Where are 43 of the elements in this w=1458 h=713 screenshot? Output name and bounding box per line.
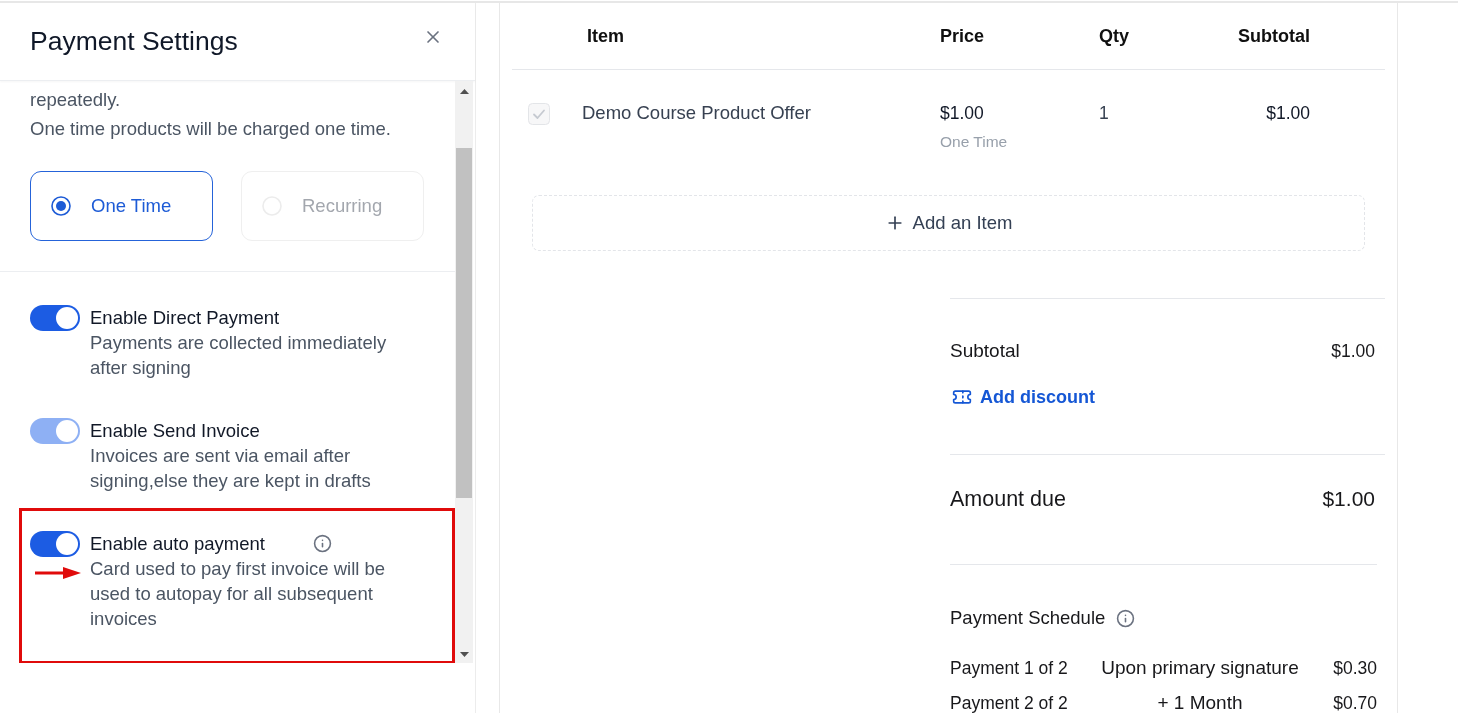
info-icon[interactable]: [1116, 608, 1136, 628]
payment-amount: $0.30: [1333, 657, 1377, 679]
item-price: $1.00: [940, 102, 985, 125]
info-icon[interactable]: [312, 534, 332, 553]
payment-label: Payment 2 of 2: [950, 692, 1068, 713]
amount-due-value: $1.00: [1322, 486, 1375, 512]
setting-title: Enable auto payment: [90, 532, 265, 556]
scroll-up-icon[interactable]: [459, 89, 469, 94]
scrollbar-thumb[interactable]: [456, 148, 472, 498]
payment-label: Payment 1 of 2: [950, 657, 1068, 679]
toggle-switch[interactable]: [30, 305, 80, 331]
amount-due-label: Amount due: [950, 486, 1066, 513]
payment-amount: $0.70: [1333, 692, 1377, 713]
setting-description: Payments are collected immediately after signing: [90, 331, 388, 380]
intro-text: repeatedly.: [30, 88, 122, 112]
add-discount-link[interactable]: Add discount: [950, 385, 1095, 409]
item-quantity: 1: [1099, 102, 1109, 125]
ticket-icon: [950, 387, 974, 407]
schedule-title: Payment Schedule: [950, 606, 1106, 630]
setting-title: Enable Send Invoice: [90, 419, 260, 443]
payment-timing: Upon primary signature: [1101, 657, 1299, 679]
billing-type: One Time: [940, 132, 1009, 153]
column-header: Item: [587, 25, 624, 47]
radio-option[interactable]: One Time: [30, 171, 213, 241]
setting-title: Enable Direct Payment: [90, 306, 280, 330]
column-header: Price: [940, 25, 985, 47]
item-subtotal: $1.00: [1266, 102, 1310, 125]
panel-title: Payment Settings: [30, 26, 238, 57]
column-header: Qty: [1099, 25, 1129, 47]
item-name: Demo Course Product Offer: [582, 102, 811, 125]
subtotal-value: $1.00: [1331, 340, 1375, 363]
toggle-switch[interactable]: [30, 531, 80, 557]
intro-text: One time products will be charged one time.: [30, 117, 392, 141]
subtotal-label: Subtotal: [950, 339, 1020, 363]
scroll-down-icon[interactable]: [459, 652, 469, 657]
scrollbar[interactable]: [455, 81, 473, 663]
column-header: Subtotal: [1238, 25, 1310, 47]
radio-icon: [51, 196, 71, 216]
add-item-button[interactable]: Add an Item: [532, 195, 1365, 251]
arrow-icon: [35, 567, 81, 579]
setting-description: Card used to pay first invoice will be used to autopay for all subsequent invoices: [90, 557, 387, 631]
payment-timing: + 1 Month: [1157, 692, 1243, 713]
setting-description: Invoices are sent via email after signing,else they are kept in drafts: [90, 444, 372, 493]
